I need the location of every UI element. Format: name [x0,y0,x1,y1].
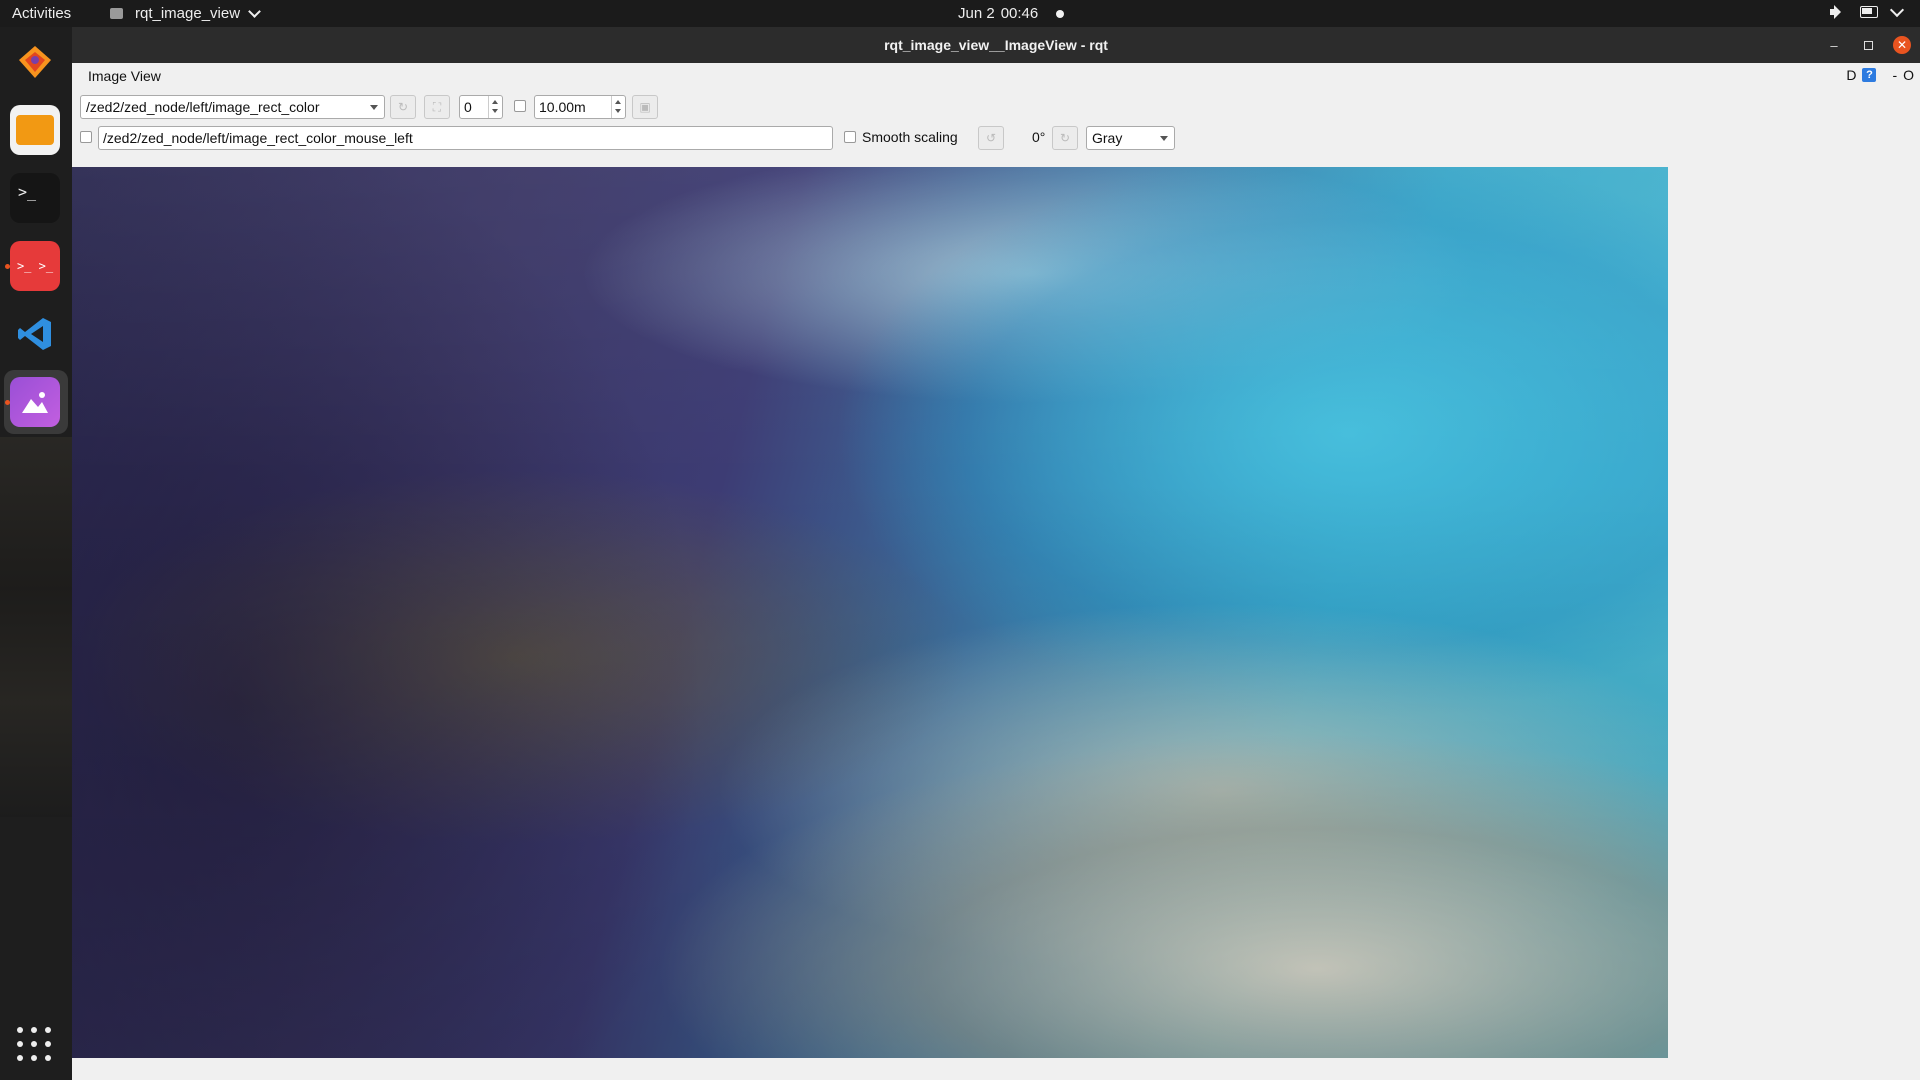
color-scheme-combobox[interactable]: Gray [1086,126,1175,150]
publish-mouse-checkbox[interactable] [80,131,92,143]
clock[interactable]: Jun 2 00:46 [958,5,1065,22]
mouse-topic-input[interactable]: /zed2/zed_node/left/image_rect_color_mou… [98,126,833,150]
smooth-scaling-label: Smooth scaling [862,129,958,145]
volume-icon [1830,5,1846,19]
system-tray[interactable] [1830,2,1905,19]
image-display[interactable] [72,167,1668,1058]
zoom-fit-icon: ⛶ [432,99,442,114]
mouse-topic-value: /zed2/zed_node/left/image_rect_color_mou… [103,130,413,146]
plugin-controls: D ? - O [1846,67,1914,83]
plugin-title: Image View [88,68,161,84]
top-bar: Activities rqt_image_view Jun 2 00:46 [0,0,1920,27]
rqt-window: rqt_image_view__ImageView - rqt – ✕ Imag… [72,27,1920,1080]
files-icon[interactable] [10,105,60,155]
minimize-button[interactable]: – [1825,36,1843,54]
topic-combobox[interactable]: /zed2/zed_node/left/image_rect_color [80,95,385,119]
battery-icon [1860,6,1878,18]
plugin-header: Image View D ? - O [72,63,1920,89]
maximize-button[interactable] [1859,36,1877,54]
max-range-value: 10.00m [539,99,586,115]
toolbar-row-1: /zed2/zed_node/left/image_rect_color ↻ ⛶… [72,93,1920,121]
rotate-left-icon: ↺ [985,131,997,145]
chevron-down-icon [370,105,378,110]
rotate-left-button[interactable]: ↺ [978,126,1004,150]
save-image-button[interactable]: ▣ [632,95,658,119]
dock: >_ >_ >_ [0,27,73,1080]
restore-icon [1863,40,1873,50]
dock-background [0,437,72,817]
terminal-icon[interactable]: >_ [10,173,60,223]
dock-toggle-button[interactable]: D [1846,67,1856,83]
color-scheme-value: Gray [1092,130,1123,146]
save-icon: ▣ [639,100,651,114]
toolbar-row-2: /zed2/zed_node/left/image_rect_color_mou… [72,124,1920,152]
image-viewer-icon[interactable] [10,377,60,427]
refresh-icon: ↻ [397,100,409,114]
window-title: rqt_image_view__ImageView - rqt [884,37,1108,53]
plugin-close-button[interactable]: O [1903,67,1914,83]
vscode-icon[interactable] [10,309,60,359]
zoom-spin-value: 0 [464,99,472,115]
zoom-spinbox[interactable]: 0 [459,95,503,119]
chevron-down-icon [1889,2,1905,18]
rotate-right-button[interactable]: ↻ [1052,126,1078,150]
chevron-down-icon [248,5,261,18]
terminator-icon[interactable]: >_ >_ [10,241,60,291]
zoom-fit-button[interactable]: ⛶ [424,95,450,119]
rotate-right-icon: ↻ [1059,131,1071,145]
chevron-down-icon [1160,136,1168,141]
gitkraken-icon[interactable] [10,37,60,87]
max-range-spinbox[interactable]: 10.00m [534,95,626,119]
app-menu-label: rqt_image_view [135,5,241,22]
activities-button[interactable]: Activities [12,5,71,22]
status-bar [72,1058,1920,1080]
clock-time: 00:46 [1000,5,1039,22]
close-button[interactable]: ✕ [1893,36,1911,54]
clock-date: Jun 2 [958,5,995,22]
help-icon[interactable]: ? [1862,68,1877,82]
show-apps-grid-icon[interactable] [17,1027,53,1063]
spin-arrows-icon[interactable] [488,96,502,118]
app-icon [110,8,123,19]
smooth-scaling-checkbox[interactable] [844,131,856,143]
rotation-label: 0° [1032,129,1046,145]
notification-dot-icon [1056,9,1065,18]
topic-value: /zed2/zed_node/left/image_rect_color [86,99,320,115]
plugin-minimize-button[interactable]: - [1892,67,1897,83]
dynamic-range-checkbox[interactable] [514,100,526,112]
app-menu[interactable]: rqt_image_view [110,5,261,22]
image-shading [72,167,1668,1058]
spin-arrows-icon[interactable] [611,96,625,118]
refresh-button[interactable]: ↻ [390,95,416,119]
window-titlebar[interactable]: rqt_image_view__ImageView - rqt – ✕ [72,27,1920,63]
